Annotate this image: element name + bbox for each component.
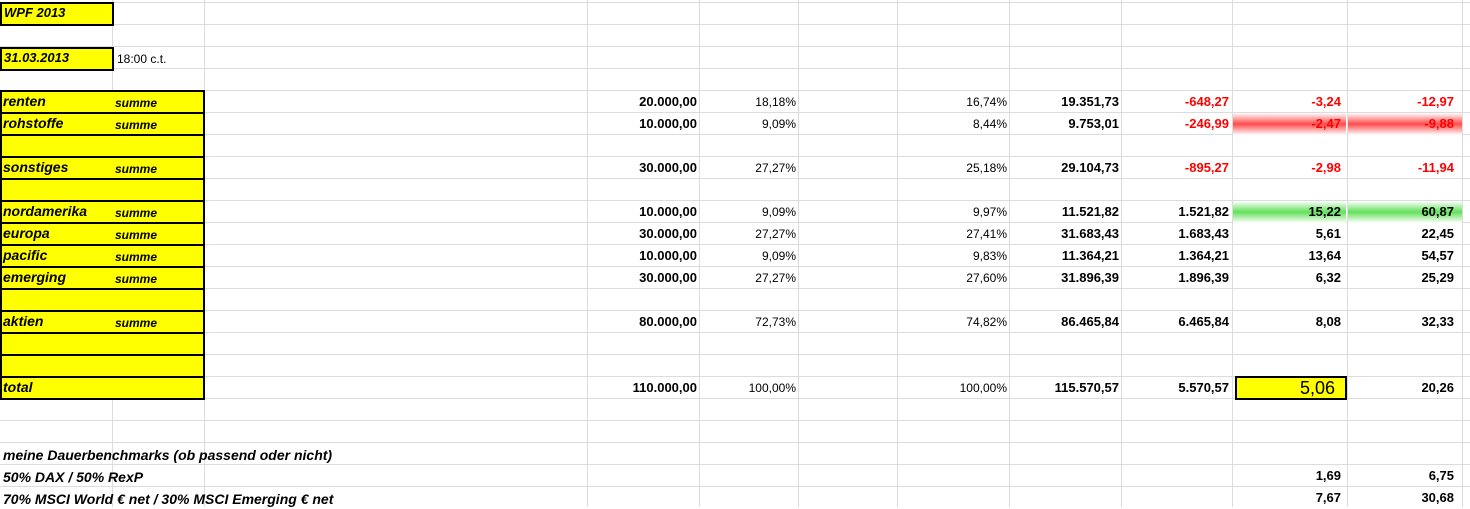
benchmark-label[interactable]: 70% MSCI World € net / 30% MSCI Emerging… [3,491,333,507]
gain-cell[interactable]: 6.465,84 [1122,311,1229,333]
annual-pct-cell[interactable]: 54,57 [1350,245,1454,267]
annual-pct-cell[interactable]: -12,97 [1350,91,1454,113]
perf-pct-cell[interactable]: -2,98 [1235,157,1341,179]
perf-pct-cell[interactable]: 8,08 [1235,311,1341,333]
total-perf-cell[interactable]: 5,06 [1235,376,1347,400]
row-sum-label[interactable]: summe [115,316,157,330]
gain-cell[interactable]: 1.683,43 [1122,223,1229,245]
annual-pct-cell[interactable]: 25,29 [1350,267,1454,289]
actual-pct-cell[interactable]: 8,44% [900,113,1007,135]
row-sum-label[interactable]: summe [115,272,157,286]
benchmark-perf-cell[interactable]: 1,69 [1235,465,1341,487]
amount-cell[interactable]: 30.000,00 [590,267,697,289]
title-cell[interactable]: WPF 2013 [0,2,114,26]
row-label[interactable]: aktien [3,313,43,329]
actual-pct-cell[interactable]: 27,60% [900,267,1007,289]
benchmark-label[interactable]: 50% DAX / 50% RexP [3,469,143,485]
target-pct-cell[interactable]: 18,18% [700,91,796,113]
amount-cell[interactable]: 30.000,00 [590,157,697,179]
benchmark-annual-cell[interactable]: 6,75 [1350,465,1454,487]
title-text: WPF 2013 [4,5,66,20]
gain-cell[interactable]: -895,27 [1122,157,1229,179]
amount-cell[interactable]: 20.000,00 [590,91,697,113]
value-cell[interactable]: 29.104,73 [1010,157,1119,179]
row-label[interactable]: nordamerika [3,203,87,219]
target-pct-cell[interactable]: 9,09% [700,201,796,223]
row-sum-label[interactable]: summe [115,206,157,220]
perf-pct-cell[interactable]: 6,32 [1235,267,1341,289]
perf-pct-cell[interactable]: -2,47 [1235,113,1341,135]
perf-pct-cell[interactable]: 5,61 [1235,223,1341,245]
annual-pct-cell[interactable]: 60,87 [1350,201,1454,223]
target-pct-cell[interactable]: 100,00% [700,377,796,399]
gain-cell[interactable]: 1.521,82 [1122,201,1229,223]
row-sum-label[interactable]: summe [115,118,157,132]
benchmarks-heading[interactable]: meine Dauerbenchmarks (ob passend oder n… [3,447,332,463]
row-label[interactable]: renten [3,93,46,109]
target-pct-cell[interactable]: 27,27% [700,157,796,179]
row-sum-label[interactable]: summe [115,250,157,264]
row-label[interactable]: europa [3,225,50,241]
amount-cell[interactable]: 80.000,00 [590,311,697,333]
benchmark-perf-cell[interactable]: 7,67 [1235,487,1341,509]
perf-pct-cell[interactable]: -3,24 [1235,91,1341,113]
value-cell[interactable]: 86.465,84 [1010,311,1119,333]
target-pct-cell[interactable]: 27,27% [700,223,796,245]
annual-pct-cell[interactable]: 32,33 [1350,311,1454,333]
annual-pct-cell[interactable]: -11,94 [1350,157,1454,179]
actual-pct-cell[interactable]: 9,83% [900,245,1007,267]
row-label[interactable]: emerging [3,269,66,285]
actual-pct-cell[interactable]: 16,74% [900,91,1007,113]
target-pct-cell[interactable]: 27,27% [700,267,796,289]
target-pct-cell[interactable]: 9,09% [700,113,796,135]
row-sum-label[interactable]: summe [115,96,157,110]
actual-pct-cell[interactable]: 27,41% [900,223,1007,245]
target-pct-cell[interactable]: 72,73% [700,311,796,333]
time-cell[interactable]: 18:00 c.t. [117,48,166,70]
gain-cell[interactable]: 5.570,57 [1122,377,1229,399]
amount-cell[interactable]: 110.000,00 [590,377,697,399]
date-text: 31.03.2013 [4,50,70,65]
row-label[interactable]: sonstiges [3,159,68,175]
gain-cell[interactable]: 1.896,39 [1122,267,1229,289]
value-cell[interactable]: 11.364,21 [1010,245,1119,267]
value-cell[interactable]: 115.570,57 [1010,377,1119,399]
perf-pct-cell[interactable]: 13,64 [1235,245,1341,267]
value-cell[interactable]: 9.753,01 [1010,113,1119,135]
gain-cell[interactable]: -648,27 [1122,91,1229,113]
annual-pct-cell[interactable]: 20,26 [1350,377,1454,399]
value-cell[interactable]: 11.521,82 [1010,201,1119,223]
amount-cell[interactable]: 30.000,00 [590,223,697,245]
annual-pct-cell[interactable]: 22,45 [1350,223,1454,245]
perf-pct-cell[interactable]: 15,22 [1235,201,1341,223]
amount-cell[interactable]: 10.000,00 [590,201,697,223]
row-label[interactable]: pacific [3,247,47,263]
row-label[interactable]: rohstoffe [3,115,63,131]
annual-pct-cell[interactable]: -9,88 [1350,113,1454,135]
gain-cell[interactable]: -246,99 [1122,113,1229,135]
amount-cell[interactable]: 10.000,00 [590,113,697,135]
row-sum-label[interactable]: summe [115,162,157,176]
category-block [0,90,205,400]
row-sum-label[interactable]: summe [115,228,157,242]
actual-pct-cell[interactable]: 9,97% [900,201,1007,223]
row-label[interactable]: total [3,379,33,395]
target-pct-cell[interactable]: 9,09% [700,245,796,267]
actual-pct-cell[interactable]: 25,18% [900,157,1007,179]
date-cell[interactable]: 31.03.2013 [0,47,114,71]
gain-cell[interactable]: 1.364,21 [1122,245,1229,267]
value-cell[interactable]: 19.351,73 [1010,91,1119,113]
value-cell[interactable]: 31.683,43 [1010,223,1119,245]
actual-pct-cell[interactable]: 74,82% [900,311,1007,333]
actual-pct-cell[interactable]: 100,00% [900,377,1007,399]
benchmark-annual-cell[interactable]: 30,68 [1350,487,1454,509]
amount-cell[interactable]: 10.000,00 [590,245,697,267]
value-cell[interactable]: 31.896,39 [1010,267,1119,289]
